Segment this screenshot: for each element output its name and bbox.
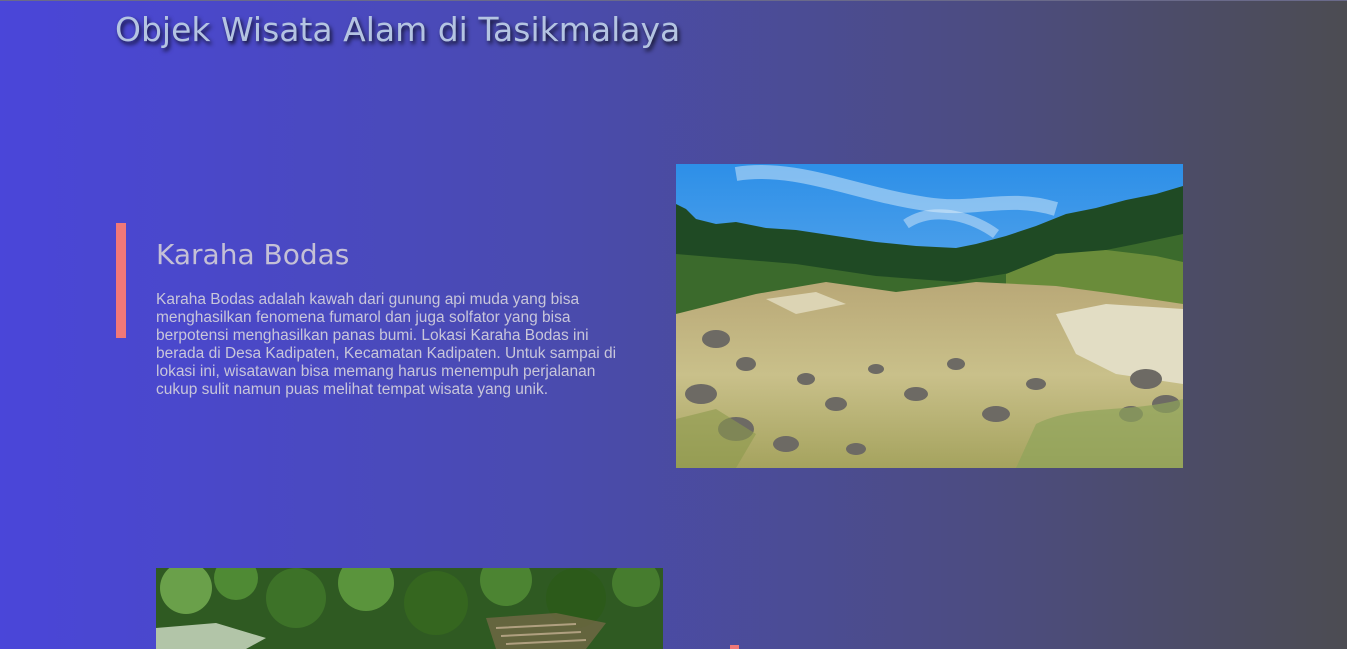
destination-title: Karaha Bodas <box>156 238 350 271</box>
crater-landscape-photo <box>676 164 1183 468</box>
accent-bar <box>730 645 739 649</box>
destination-description: Karaha Bodas adalah kawah dari gunung ap… <box>156 291 617 398</box>
accent-bar <box>116 223 126 338</box>
page-title: Objek Wisata Alam di Tasikmalaya <box>115 10 681 49</box>
top-border <box>0 0 1347 1</box>
forest-river-photo <box>156 568 663 649</box>
